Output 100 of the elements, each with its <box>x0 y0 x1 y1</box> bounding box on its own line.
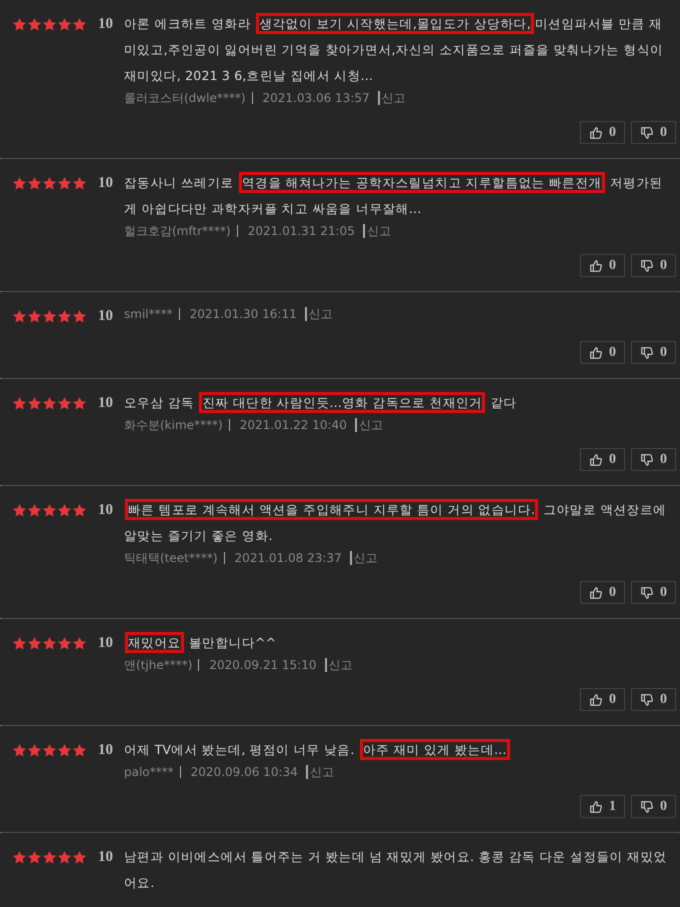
star-icon <box>72 850 87 864</box>
thumbs-down-icon <box>640 344 654 360</box>
dislike-button[interactable]: 0 <box>631 448 676 471</box>
report-link[interactable]: 신고 <box>310 764 334 780</box>
thumbs-down-icon <box>640 584 654 600</box>
dislike-button[interactable]: 0 <box>631 688 676 711</box>
star-icon <box>42 742 57 758</box>
star-icon <box>27 176 42 190</box>
score: 10 <box>98 16 113 32</box>
thumbs-down-icon <box>640 452 654 468</box>
thumbs-up-icon <box>589 452 603 468</box>
dislike-button[interactable]: 0 <box>631 581 676 604</box>
star-icon <box>57 502 72 518</box>
author-name: 화수분(kime****) <box>124 416 223 434</box>
star-icon <box>57 308 72 324</box>
review-text: 어제 TV에서 봤는데, 평점이 너무 낮음. 아주 재미 있게 봤는데... <box>124 737 676 763</box>
star-icon <box>27 396 42 410</box>
star-icon <box>12 396 27 410</box>
star-icon <box>72 308 87 324</box>
dislike-button[interactable]: 0 <box>631 254 676 277</box>
report-link[interactable]: 신고 <box>366 222 391 240</box>
thumbs-down-icon <box>640 258 654 274</box>
review-date: 2021.01.31 21:05 <box>248 224 355 238</box>
report-link[interactable]: 신고 <box>354 550 378 566</box>
star-icon <box>27 16 42 32</box>
dislike-button[interactable]: 0 <box>631 121 676 144</box>
review-text: 남편과 이비에스에서 틀어주는 거 봤는데 넘 재밌게 봤어요. 홍콩 감독 다운 설정들이 재밌었어요. <box>124 848 668 892</box>
author-name: smil**** <box>124 307 173 321</box>
score: 10 <box>98 502 113 518</box>
star-icon <box>42 396 57 410</box>
review-date: 2021.01.08 23:37 <box>234 551 342 565</box>
star-icon <box>72 742 87 758</box>
author-name: 헐크호감(mftr****) <box>124 222 231 240</box>
review-text: 빠른 템포로 계속해서 액션을 주입해주니 지루할 틈이 거의 없습니다. 그야말로 액션장르에 알맞는 즐기기 좋은 영화. <box>124 497 676 549</box>
star-icon <box>72 502 87 518</box>
star-icon <box>42 636 57 650</box>
report-link[interactable]: 신고 <box>358 416 383 434</box>
report-link[interactable]: 신고 <box>328 656 352 674</box>
star-icon <box>57 742 72 758</box>
star-icon <box>72 16 87 32</box>
star-icon <box>12 502 27 518</box>
thumbs-up-icon <box>589 344 603 360</box>
score: 10 <box>98 634 113 652</box>
review-text: 재밌어요 볼만합니다^^ <box>124 630 676 656</box>
star-icon <box>57 636 72 650</box>
star-icon <box>72 396 87 410</box>
review-date: 2020.09.21 15:10 <box>209 658 316 672</box>
star-icon <box>27 742 42 758</box>
star-icon <box>72 176 87 190</box>
star-icon <box>12 850 27 864</box>
star-icon <box>57 850 72 864</box>
like-button[interactable]: 0 <box>580 688 625 711</box>
thumbs-up-icon <box>589 584 603 600</box>
score: 10 <box>98 742 113 758</box>
like-button[interactable]: 0 <box>580 448 625 471</box>
star-icon <box>12 308 27 324</box>
star-icon <box>12 16 27 32</box>
thumbs-up-icon <box>589 692 603 708</box>
star-icon <box>12 176 27 190</box>
dislike-button[interactable]: 0 <box>631 795 676 818</box>
star-icon <box>27 308 42 324</box>
thumbs-down-icon <box>640 798 654 814</box>
thumbs-down-icon <box>640 124 654 140</box>
thumbs-up-icon <box>589 258 603 274</box>
star-icon <box>27 502 42 518</box>
like-button[interactable]: 0 <box>580 121 625 144</box>
star-icon <box>42 850 57 864</box>
like-button[interactable]: 0 <box>580 254 625 277</box>
star-icon <box>72 636 87 650</box>
star-icon <box>57 396 72 410</box>
review-date: 2020.09.06 10:34 <box>190 765 298 779</box>
review-date: 2021.03.06 13:57 <box>262 91 370 105</box>
dislike-button[interactable]: 0 <box>631 341 676 364</box>
star-icon <box>42 16 57 32</box>
like-button[interactable]: 0 <box>580 581 625 604</box>
star-icon <box>42 176 57 190</box>
thumbs-up-icon <box>589 124 603 140</box>
star-icon <box>12 636 27 650</box>
author-name: 틱태택(teet****) <box>124 550 218 566</box>
review-text: 아론 에크하트 영화라 생각없이 보기 시작했는데,몰입도가 상당하다, 미션임파서블 만큼 재미있고,주인공이 잃어버린 기억을 찾아가면서,자신의 소지품으로 퍼즐을 맞춰나가는 형식이 재미있다, 2021 3 6,흐린날 집에서 시청... <box>124 11 676 89</box>
score: 10 <box>98 308 113 324</box>
like-button[interactable]: 1 <box>580 795 625 818</box>
report-link[interactable]: 신고 <box>382 90 406 106</box>
author-name: 롤러코스터(dwle****) <box>124 90 246 106</box>
author-name: palo**** <box>124 765 174 779</box>
thumbs-down-icon <box>640 692 654 708</box>
star-icon <box>57 16 72 32</box>
star-icon <box>27 850 42 864</box>
author-name: 앤(tjhe****) <box>124 656 192 674</box>
star-icon <box>12 742 27 758</box>
like-button[interactable]: 0 <box>580 341 625 364</box>
score: 10 <box>98 394 113 412</box>
review-date: 2021.01.30 16:11 <box>190 307 297 321</box>
thumbs-up-icon <box>589 798 603 814</box>
star-icon <box>57 176 72 190</box>
star-icon <box>27 636 42 650</box>
report-link[interactable]: 신고 <box>308 306 333 322</box>
review-date: 2021.01.22 10:40 <box>240 418 347 432</box>
review-text: 오우삼 감독 진짜 대단한 사람인듯...영화 감독으로 천재인거 같다 <box>124 390 676 416</box>
review-text: 잡동사니 쓰레기로 역경을 해쳐나가는 공학자스릴넘치고 지루할틈없는 빠른전개 저평가된게 아쉽다다만 과학자커플 치고 싸움을 너무잘해... <box>124 170 676 222</box>
